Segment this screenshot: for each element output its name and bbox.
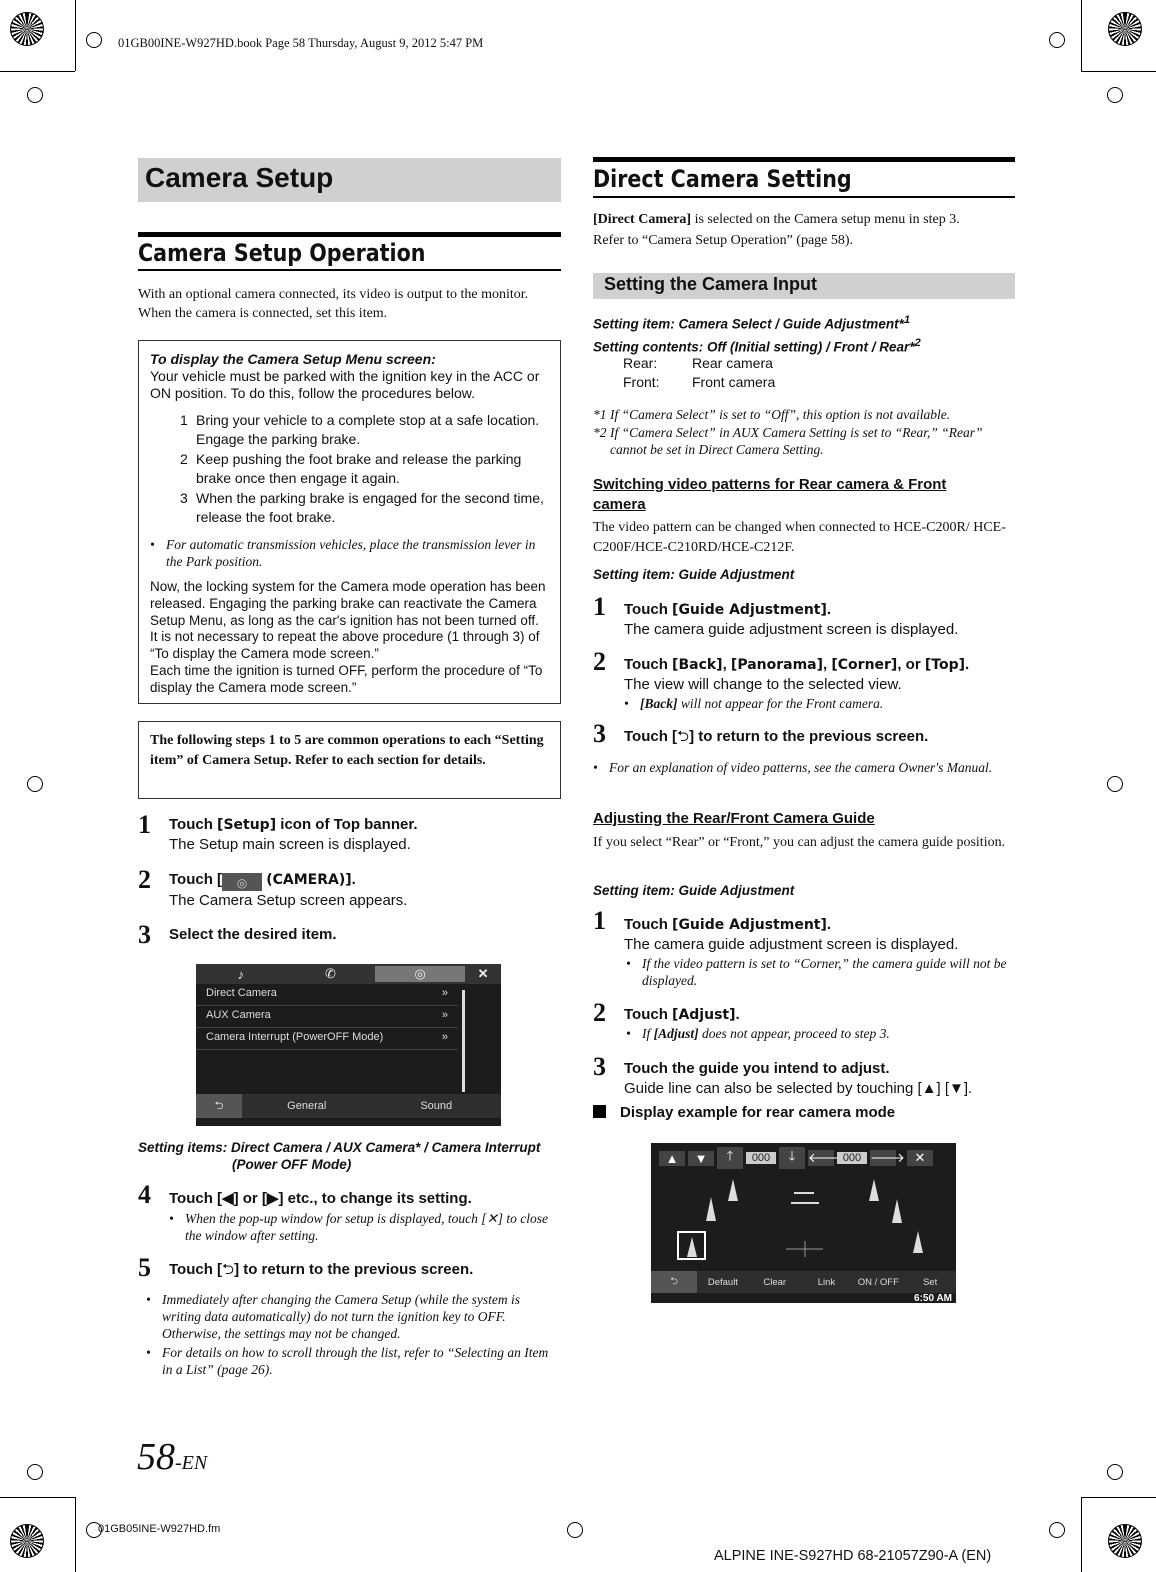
page-number: 58-EN — [137, 1436, 208, 1478]
clock: 6:50 AM — [914, 1293, 952, 1304]
arrow-down-icon[interactable]: 🡓 — [779, 1147, 805, 1169]
vertical-value: 000 — [746, 1152, 776, 1164]
registration-mark — [10, 12, 44, 46]
crosshair-mark — [27, 776, 43, 792]
back-icon[interactable]: ⮌ — [196, 1094, 242, 1118]
back-icon: ⮌ — [677, 728, 690, 745]
general-tab[interactable]: General — [242, 1100, 372, 1112]
setting-items: Setting items: Direct Camera / AUX Camer… — [138, 1140, 541, 1172]
crosshair-mark — [27, 87, 43, 103]
book-info: 01GB00INE-W927HD.book Page 58 Thursday, … — [118, 36, 484, 50]
crosshair-mark — [1049, 32, 1065, 48]
camera-icon: ◎ — [222, 873, 263, 891]
on-off-button[interactable]: ON / OFF — [852, 1277, 904, 1288]
up-icon[interactable]: ▲ — [659, 1150, 685, 1166]
registration-mark — [1108, 1524, 1142, 1558]
model-info: ALPINE INE-S927HD 68-21057Z90-A (EN) — [714, 1548, 992, 1564]
footnotes: *1 If “Camera Select” is set to “Off”, th… — [593, 407, 983, 457]
file-name: 01GB05INE-W927HD.fm — [98, 1523, 221, 1535]
crosshair-mark — [27, 1464, 43, 1480]
guide-markers[interactable] — [651, 1175, 956, 1271]
list-item[interactable]: Camera Interrupt (PowerOFF Mode)» — [196, 1028, 458, 1050]
camera-setup-screen: ♪ ✆ ◎ ✕ Direct Camera» AUX Camera» Camer… — [196, 964, 501, 1126]
default-button[interactable]: Default — [697, 1277, 749, 1288]
link-button[interactable]: Link — [801, 1277, 853, 1288]
subsection-title: Setting the Camera Input — [593, 273, 1015, 299]
square-bullet — [593, 1105, 606, 1118]
crosshair-mark — [1107, 1464, 1123, 1480]
down-icon[interactable]: ▼ — [688, 1150, 714, 1166]
crosshair-mark — [1049, 1522, 1065, 1538]
close-icon[interactable]: ✕ — [907, 1150, 933, 1166]
crosshair-mark — [86, 32, 102, 48]
horizontal-value: 000 — [837, 1152, 867, 1164]
crosshair-mark — [567, 1522, 583, 1538]
close-icon[interactable]: ✕ — [465, 966, 501, 982]
arrow-up-icon[interactable]: 🡑 — [717, 1147, 743, 1169]
set-button[interactable]: Set — [904, 1277, 956, 1288]
music-tab-icon[interactable]: ♪ — [196, 967, 286, 982]
setup-menu-box: To display the Camera Setup Menu screen:… — [138, 340, 561, 704]
back-icon[interactable]: ⮌ — [651, 1271, 697, 1293]
list-item[interactable]: AUX Camera» — [196, 1006, 458, 1028]
page-title: Camera Setup — [138, 158, 561, 202]
common-steps-box: The following steps 1 to 5 are common op… — [138, 721, 561, 799]
registration-mark — [10, 1524, 44, 1558]
intro: With an optional camera connected, its v… — [138, 287, 529, 321]
arrow-right-icon[interactable]: 🡒 — [870, 1150, 905, 1166]
registration-mark — [1108, 12, 1142, 46]
definitions: Rear: Rear camera Front: Front camera — [623, 355, 776, 390]
sound-tab[interactable]: Sound — [372, 1100, 502, 1112]
section-heading: Direct Camera Setting — [593, 157, 1015, 198]
list-item[interactable]: Direct Camera» — [196, 984, 458, 1006]
clear-button[interactable]: Clear — [749, 1277, 801, 1288]
scrollbar[interactable] — [462, 990, 465, 1092]
camera-tab-icon[interactable]: ◎ — [375, 966, 466, 982]
guide-adjust-screen: ▲ ▼ 🡑 000 🡓 🡐 000 🡒 ✕ ⮌ Default Clear Li… — [651, 1143, 956, 1304]
section-heading: Camera Setup Operation — [138, 232, 561, 271]
back-icon: ⮌ — [222, 1261, 235, 1278]
arrow-left-icon[interactable]: 🡐 — [808, 1150, 843, 1166]
crosshair-mark — [1107, 87, 1123, 103]
intro: [Direct Camera] is selected on the Camer… — [593, 212, 960, 248]
crosshair-mark — [1107, 776, 1123, 792]
phone-tab-icon[interactable]: ✆ — [286, 966, 376, 982]
